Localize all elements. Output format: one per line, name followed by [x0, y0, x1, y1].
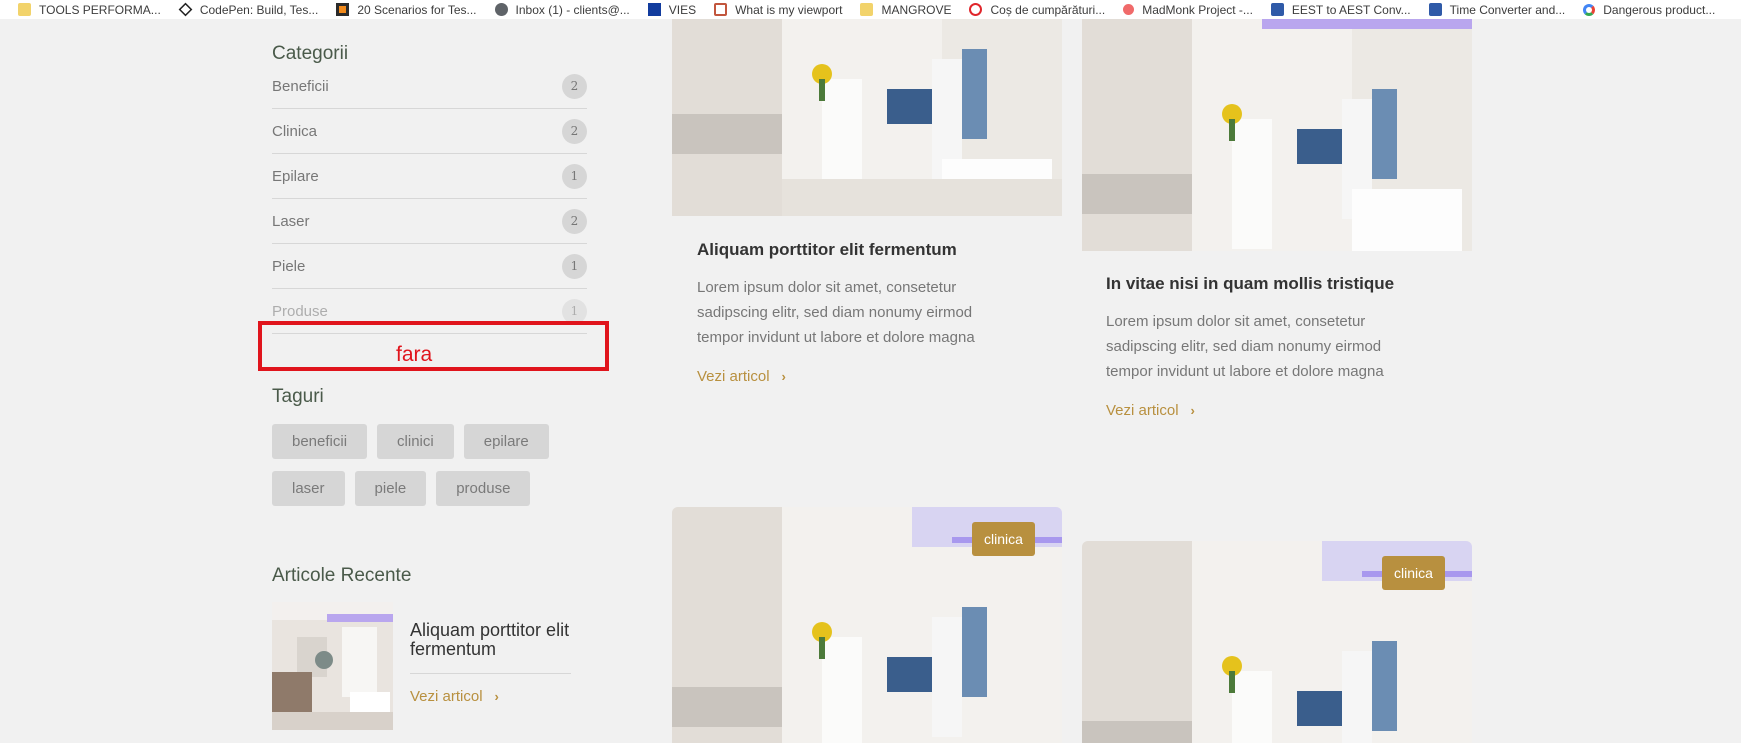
category-item-clinica[interactable]: Clinica 2	[272, 109, 587, 154]
tag-clinici[interactable]: clinici	[377, 424, 454, 459]
tags-title: Taguri	[272, 386, 324, 407]
annotation-text: fara	[396, 343, 433, 366]
chevron-right-icon: ›	[1190, 403, 1195, 418]
clinic-room-image	[1082, 19, 1472, 251]
category-count: 2	[562, 118, 587, 144]
folder-icon	[18, 3, 31, 16]
globe-icon	[494, 3, 508, 16]
category-item-piele[interactable]: Piele 1	[272, 244, 587, 289]
tag-epilare[interactable]: epilare	[463, 424, 549, 459]
categories-title: Categorii	[272, 43, 349, 64]
recent-article-divider	[410, 673, 571, 674]
google-icon	[1583, 3, 1596, 16]
post-1-image[interactable]	[672, 19, 1062, 216]
post-3-category-badge[interactable]: clinica	[972, 522, 1035, 556]
bookmark-viewport[interactable]: What is my viewport	[714, 0, 842, 19]
chevron-right-icon: ›	[494, 689, 499, 704]
tag-piele[interactable]: piele	[354, 471, 427, 506]
bookmarks-bar: TOOLS PERFORMA... CodePen: Build, Tes...…	[0, 0, 1741, 19]
bookmark-madmonk[interactable]: MadMonk Project -...	[1123, 0, 1253, 19]
post-1-title[interactable]: Aliquam porttitor elit fermentum	[697, 240, 957, 260]
asana-icon	[1123, 4, 1135, 15]
category-count: 2	[562, 73, 587, 99]
post-2-excerpt: Lorem ipsum dolor sit amet, consetetur s…	[1106, 313, 1384, 380]
tag-beneficii[interactable]: beneficii	[272, 424, 368, 459]
category-name: Produse	[272, 302, 328, 320]
recent-article-thumbnail[interactable]	[272, 602, 393, 730]
eu-flag-icon	[647, 3, 661, 16]
recent-articles-title: Articole Recente	[272, 565, 412, 586]
power-icon	[969, 3, 983, 16]
recent-article-title[interactable]: Aliquam porttitor elit fermentum	[410, 621, 575, 659]
folder-icon	[860, 3, 874, 16]
category-item-laser[interactable]: Laser 2	[272, 199, 587, 244]
clinic-room-image	[272, 602, 393, 730]
post-2-title[interactable]: In vitae nisi in quam mollis tristique	[1106, 274, 1394, 294]
bookmark-eest-aest[interactable]: EEST to AEST Conv...	[1270, 0, 1411, 19]
clinic-room-image	[672, 19, 1062, 216]
category-name: Beneficii	[272, 77, 329, 95]
bookmark-time-converter[interactable]: Time Converter and...	[1428, 0, 1565, 19]
category-list: Beneficii 2 Clinica 2 Epilare 1 Laser 2 Piel…	[272, 64, 587, 334]
post-4-category-badge[interactable]: clinica	[1382, 556, 1445, 590]
timeanddate-icon	[1428, 3, 1442, 16]
category-count: 2	[562, 208, 587, 234]
category-name: Piele	[272, 257, 306, 275]
category-name: Laser	[272, 212, 310, 230]
bookmark-mangrove[interactable]: MANGROVE	[860, 0, 951, 19]
category-name: Clinica	[272, 122, 318, 140]
category-count: 1	[562, 163, 587, 189]
codepen-icon	[178, 2, 193, 17]
tag-cloud: beneficii clinici epilare laser piele pr…	[272, 424, 592, 506]
scenarios-icon	[336, 3, 350, 16]
chevron-right-icon: ›	[781, 369, 786, 384]
timeanddate-icon	[1270, 3, 1284, 16]
viewport-icon	[714, 3, 728, 16]
bookmark-dangerous-products[interactable]: Dangerous product...	[1583, 0, 1715, 19]
bookmark-scenarios[interactable]: 20 Scenarios for Tes...	[336, 0, 477, 19]
post-2-image[interactable]	[1082, 19, 1472, 251]
category-item-beneficii[interactable]: Beneficii 2	[272, 64, 587, 109]
category-count: 1	[562, 298, 587, 324]
bookmark-inbox[interactable]: Inbox (1) - clients@...	[494, 0, 630, 19]
category-item-epilare[interactable]: Epilare 1	[272, 154, 587, 199]
bookmark-vies[interactable]: VIES	[647, 0, 696, 19]
post-1-read-more[interactable]: Vezi articol ›	[697, 368, 786, 385]
category-name: Epilare	[272, 167, 319, 185]
bookmark-tools-performance[interactable]: TOOLS PERFORMA...	[18, 0, 161, 19]
tag-produse[interactable]: produse	[436, 471, 531, 506]
bookmark-codepen[interactable]: CodePen: Build, Tes...	[178, 0, 318, 19]
tag-laser[interactable]: laser	[272, 471, 345, 506]
post-1-excerpt: Lorem ipsum dolor sit amet, consetetur s…	[697, 279, 975, 346]
bookmark-cart[interactable]: Coș de cumpărături...	[969, 0, 1105, 19]
recent-article-read-more[interactable]: Vezi articol ›	[410, 688, 499, 705]
post-2-read-more[interactable]: Vezi articol ›	[1106, 402, 1195, 419]
annotation-box	[258, 321, 609, 371]
category-count: 1	[562, 253, 587, 279]
